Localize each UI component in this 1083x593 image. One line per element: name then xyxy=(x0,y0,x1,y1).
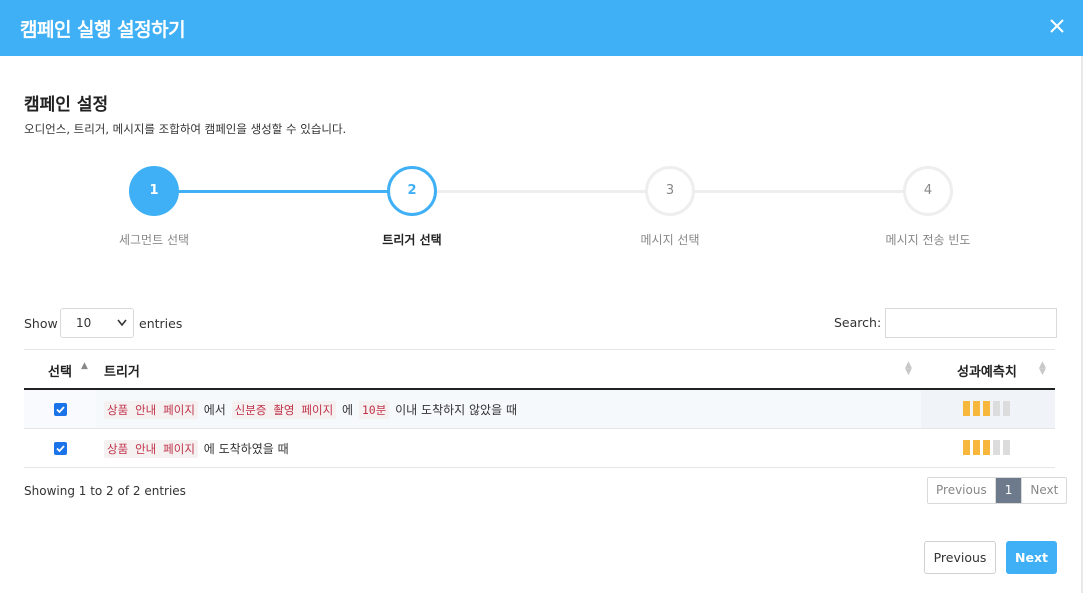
pagination-next[interactable]: Next xyxy=(1021,478,1066,503)
next-button[interactable]: Next xyxy=(1006,541,1057,574)
entries-label: entries xyxy=(139,316,183,331)
row-checkbox[interactable] xyxy=(54,403,67,416)
score-bar xyxy=(983,401,990,416)
step-3-label: 메시지 선택 xyxy=(640,233,700,247)
table-info: Showing 1 to 2 of 2 entries xyxy=(24,484,186,498)
modal-title: 캠페인 실행 설정하기 xyxy=(20,19,186,41)
close-icon-glyph xyxy=(1050,19,1064,33)
trigger-chip: 상품 안내 페이지 xyxy=(104,440,198,458)
trigger-word: 이내 도착하지 않았을 때 xyxy=(395,403,517,417)
search-input[interactable] xyxy=(885,308,1057,338)
score-bar xyxy=(973,440,980,455)
step-1-circle[interactable]: 1 xyxy=(129,166,179,216)
sort-asc-icon[interactable]: ▲ xyxy=(81,362,88,371)
trigger-chip: 신분증 촬영 페이지 xyxy=(231,401,337,419)
previous-button[interactable]: Previous xyxy=(924,541,996,574)
trigger-word: 에 도착하였을 때 xyxy=(203,442,289,456)
section-description: 오디언스, 트리거, 메시지를 조합하여 캠페인을 생성할 수 있습니다. xyxy=(24,122,347,136)
table-row[interactable]: 상품 안내 페이지 에서 신분증 촬영 페이지 에 10분 이내 도착하지 않았… xyxy=(24,390,1055,429)
trigger-text: 상품 안내 페이지 에 도착하였을 때 xyxy=(104,440,291,458)
trigger-table: 선택 ▲ 트리거 ▲ ▼ 성과예측치 ▲ ▼ 상품 안내 페이지 에서 신분증 촬영… xyxy=(24,349,1055,468)
col-header-score[interactable]: 성과예측치 xyxy=(957,361,1017,380)
table-header: 선택 ▲ 트리거 ▲ ▼ 성과예측치 ▲ ▼ xyxy=(24,349,1055,390)
pagination-previous[interactable]: Previous xyxy=(928,478,996,503)
modal-header: 캠페인 실행 설정하기 xyxy=(0,0,1083,56)
campaign-run-modal: 캠페인 실행 설정하기 캠페인 설정 오디언스, 트리거, 메시지를 조합하여 … xyxy=(0,0,1083,593)
stepper-line-pending-1 xyxy=(436,190,646,193)
score-bar xyxy=(993,440,1000,455)
page-size-value: 10 xyxy=(76,316,92,330)
row-checkbox[interactable] xyxy=(54,442,67,455)
close-icon[interactable] xyxy=(1047,16,1067,36)
step-2-circle[interactable]: 2 xyxy=(387,166,437,216)
trigger-word: 에서 xyxy=(203,403,226,417)
score-bar xyxy=(963,440,970,455)
score-bar xyxy=(1003,401,1010,416)
sort-both-icon[interactable]: ▲ ▼ xyxy=(905,361,912,377)
stepper-line-done xyxy=(178,190,388,193)
search-label: Search: xyxy=(834,315,882,330)
step-4-label: 메시지 전송 빈도 xyxy=(885,233,971,247)
score-bar xyxy=(963,401,970,416)
trigger-chip: 상품 안내 페이지 xyxy=(104,401,198,419)
check-icon xyxy=(56,445,65,453)
trigger-word: 에 xyxy=(342,403,354,417)
page-size-select[interactable]: 10 xyxy=(60,308,134,338)
score-bar xyxy=(973,401,980,416)
check-icon xyxy=(56,406,65,414)
score-bar xyxy=(1003,440,1010,455)
section-title: 캠페인 설정 xyxy=(24,95,109,115)
sort-both-icon[interactable]: ▲ ▼ xyxy=(1039,361,1046,377)
pagination-page-current[interactable]: 1 xyxy=(995,478,1022,503)
stepper-line-pending-2 xyxy=(694,190,904,193)
pagination: Previous 1 Next xyxy=(927,477,1068,504)
score-bar xyxy=(983,440,990,455)
step-1-label: 세그먼트 선택 xyxy=(118,233,190,247)
step-4-circle[interactable]: 4 xyxy=(903,166,953,216)
chevron-down-icon xyxy=(117,309,127,348)
show-label: Show xyxy=(24,316,58,331)
step-2-label: 트리거 선택 xyxy=(382,233,442,247)
trigger-chip: 10분 xyxy=(358,401,390,419)
trigger-text: 상품 안내 페이지 에서 신분증 촬영 페이지 에 10분 이내 도착하지 않았… xyxy=(104,401,519,419)
table-row[interactable]: 상품 안내 페이지 에 도착하였을 때 xyxy=(24,429,1055,468)
score-bar xyxy=(993,401,1000,416)
col-header-trigger[interactable]: 트리거 xyxy=(104,361,140,380)
col-header-select[interactable]: 선택 xyxy=(48,361,72,380)
step-3-circle[interactable]: 3 xyxy=(645,166,695,216)
